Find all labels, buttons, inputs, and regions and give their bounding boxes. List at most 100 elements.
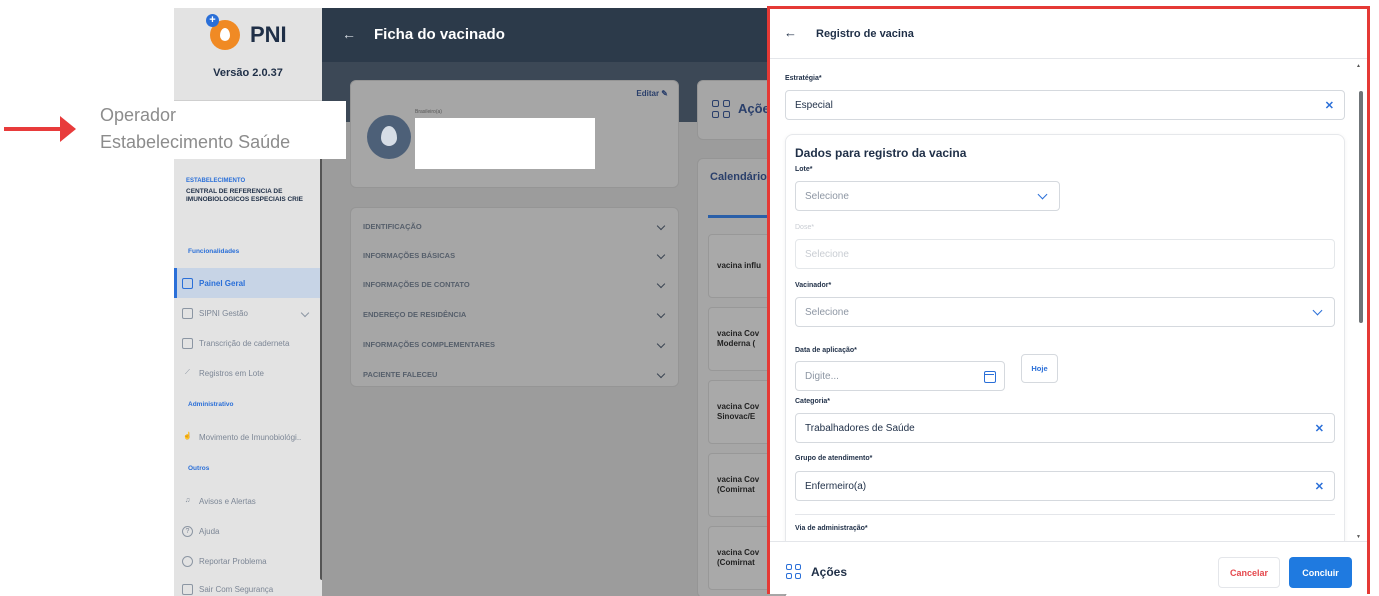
- sidebar-item-label: Sair Com Segurança: [199, 584, 274, 594]
- info-card: IDENTIFICAÇÃO INFORMAÇÕES BÁSICAS INFORM…: [350, 207, 679, 387]
- sidebar-item-painel-geral[interactable]: Painel Geral: [174, 268, 320, 298]
- section-funcionalidades: Funcionalidades: [188, 248, 240, 255]
- vacinador-placeholder: Selecione: [805, 306, 849, 318]
- vaccine-name: vacina Cov: [717, 548, 760, 557]
- logo-text: PNI: [250, 22, 287, 47]
- actions-label: Açõe: [738, 101, 770, 116]
- categoria-label: Categoria*: [795, 398, 831, 405]
- dashboard-icon: [182, 277, 193, 289]
- logout-icon: [182, 583, 193, 595]
- edit-link[interactable]: Editar ✎: [636, 89, 668, 98]
- today-button[interactable]: Hoje: [1021, 354, 1058, 383]
- dose-select[interactable]: Selecione: [795, 239, 1335, 269]
- document-icon: [182, 337, 193, 349]
- grid-icon: [712, 100, 732, 120]
- back-arrow-icon[interactable]: ←: [342, 26, 356, 42]
- chevron-down-icon: [656, 369, 666, 379]
- grupo-value: Enfermeiro(a): [805, 480, 867, 492]
- footer-actions-label[interactable]: Ações: [811, 565, 847, 579]
- close-icon[interactable]: ✕: [1315, 480, 1324, 493]
- avatar: [367, 115, 411, 159]
- scrollbar-thumb[interactable]: [1359, 91, 1363, 323]
- establishment-label: ESTABELECIMENTO: [186, 178, 246, 184]
- scroll-down-icon[interactable]: ▼: [1356, 534, 1361, 540]
- lote-placeholder: Selecione: [805, 190, 849, 202]
- back-arrow-icon[interactable]: ←: [784, 25, 797, 40]
- panel-title: Registro de vacina: [816, 28, 914, 40]
- estrategia-value: Especial: [795, 99, 833, 111]
- scroll-up-icon[interactable]: ▲: [1356, 63, 1361, 69]
- syringe-icon: ⟋: [185, 368, 190, 376]
- divider: [795, 514, 1335, 515]
- accordion-identificacao[interactable]: IDENTIFICAÇÃO: [363, 211, 668, 241]
- vacinador-label: Vacinador*: [795, 282, 832, 289]
- callout-box: Operador Estabelecimento Saúde: [98, 101, 346, 159]
- sidebar-item-label: SIPNI Gestão: [199, 308, 248, 318]
- screen: + PNI Versão 2.0.37 ESTABELECIMENTO CENT…: [0, 0, 1379, 596]
- panel-footer: Ações Cancelar Concluir: [770, 541, 1367, 594]
- close-icon[interactable]: ✕: [1325, 99, 1334, 112]
- vaccine-detail: Sinovac/E: [717, 412, 756, 421]
- vacinador-select[interactable]: Selecione: [795, 297, 1335, 327]
- establishment-name: CENTRAL DE REFERENCIA DE IMUNOBIOLOGICOS…: [186, 188, 304, 203]
- dose-label: Dose*: [795, 224, 815, 231]
- grid-icon: [786, 564, 802, 580]
- hand-icon: ☝: [183, 432, 192, 440]
- accordion-informacoes-basicas[interactable]: INFORMAÇÕES BÁSICAS: [363, 240, 668, 270]
- via-label: Via de administração*: [795, 525, 868, 532]
- chevron-down-icon: [1312, 305, 1323, 316]
- cancel-button[interactable]: Cancelar: [1218, 557, 1280, 588]
- sidebar-item-label: Ajuda: [199, 526, 220, 536]
- callout-line-2: Estabelecimento Saúde: [100, 132, 291, 152]
- accordion-paciente-faleceu[interactable]: PACIENTE FALECEU: [363, 359, 668, 389]
- lote-select[interactable]: Selecione: [795, 181, 1060, 211]
- accordion-label: INFORMAÇÕES COMPLEMENTARES: [363, 339, 495, 349]
- chevron-down-icon: [656, 339, 666, 349]
- pencil-icon: ✎: [661, 89, 668, 98]
- accordion-complementares[interactable]: INFORMAÇÕES COMPLEMENTARES: [363, 329, 668, 359]
- categoria-select[interactable]: Trabalhadores de Saúde ✕: [795, 413, 1335, 443]
- data-aplicacao-input[interactable]: Digite...: [795, 361, 1005, 391]
- estrategia-label: Estratégia*: [785, 75, 822, 82]
- accordion-label: INFORMAÇÕES DE CONTATO: [363, 279, 470, 289]
- sidebar-item-transcricao[interactable]: Transcrição de caderneta: [174, 328, 320, 358]
- app-logo: + PNI: [206, 14, 287, 50]
- vaccine-name: vacina Cov: [717, 475, 760, 484]
- confirm-button[interactable]: Concluir: [1289, 557, 1352, 588]
- redacted-name: [415, 118, 595, 169]
- grupo-select[interactable]: Enfermeiro(a) ✕: [795, 471, 1335, 501]
- panel-header: ← Registro de vacina: [770, 9, 1367, 59]
- calendar-icon[interactable]: [984, 371, 996, 383]
- edit-label: Editar: [636, 89, 660, 98]
- calendar-title: Calendário: [710, 171, 767, 183]
- sidebar-item-reportar[interactable]: Reportar Problema: [174, 546, 320, 576]
- accordion-label: ENDEREÇO DE RESIDÊNCIA: [363, 309, 467, 319]
- arrow-right-icon: [60, 116, 76, 142]
- close-icon[interactable]: ✕: [1315, 422, 1324, 435]
- profile-card: Editar ✎ Brasileiro(a): [350, 80, 679, 188]
- sidebar-item-sair[interactable]: Sair Com Segurança: [174, 574, 320, 596]
- sidebar-item-sipni-gestao[interactable]: SIPNI Gestão: [174, 298, 320, 328]
- accordion-contato[interactable]: INFORMAÇÕES DE CONTATO: [363, 269, 668, 299]
- sidebar-item-movimento[interactable]: ☝ Movimento de Imunobiológi..: [174, 422, 320, 452]
- accordion-endereco[interactable]: ENDEREÇO DE RESIDÊNCIA: [363, 299, 668, 329]
- data-aplicacao-label: Data de aplicação*: [795, 347, 857, 354]
- callout-arrow-line: [4, 127, 62, 131]
- tab-indicator: [708, 215, 768, 218]
- top-bar: ← Ficha do vacinado: [322, 8, 768, 62]
- chat-icon: [182, 555, 193, 567]
- sidebar-item-registros-lote[interactable]: ⟋ Registros em Lote: [174, 358, 320, 388]
- accordion-label: PACIENTE FALECEU: [363, 369, 438, 379]
- sidebar-item-avisos[interactable]: ♫ Avisos e Alertas: [174, 486, 320, 516]
- sidebar-item-label: Movimento de Imunobiológi..: [199, 432, 302, 442]
- vaccine-registration-panel: ← Registro de vacina Estratégia* Especia…: [767, 6, 1370, 594]
- sidebar-item-ajuda[interactable]: ? Ajuda: [174, 516, 320, 546]
- sidebar-item-label: Transcrição de caderneta: [199, 338, 290, 348]
- categoria-value: Trabalhadores de Saúde: [805, 422, 915, 434]
- estrategia-select[interactable]: Especial ✕: [785, 90, 1345, 120]
- sidebar: + PNI Versão 2.0.37 ESTABELECIMENTO CENT…: [174, 8, 324, 596]
- vaccine-detail: Moderna (: [717, 339, 756, 348]
- data-aplicacao-placeholder: Digite...: [805, 370, 839, 382]
- sidebar-item-label: Painel Geral: [199, 278, 246, 288]
- accordion-label: INFORMAÇÕES BÁSICAS: [363, 250, 456, 260]
